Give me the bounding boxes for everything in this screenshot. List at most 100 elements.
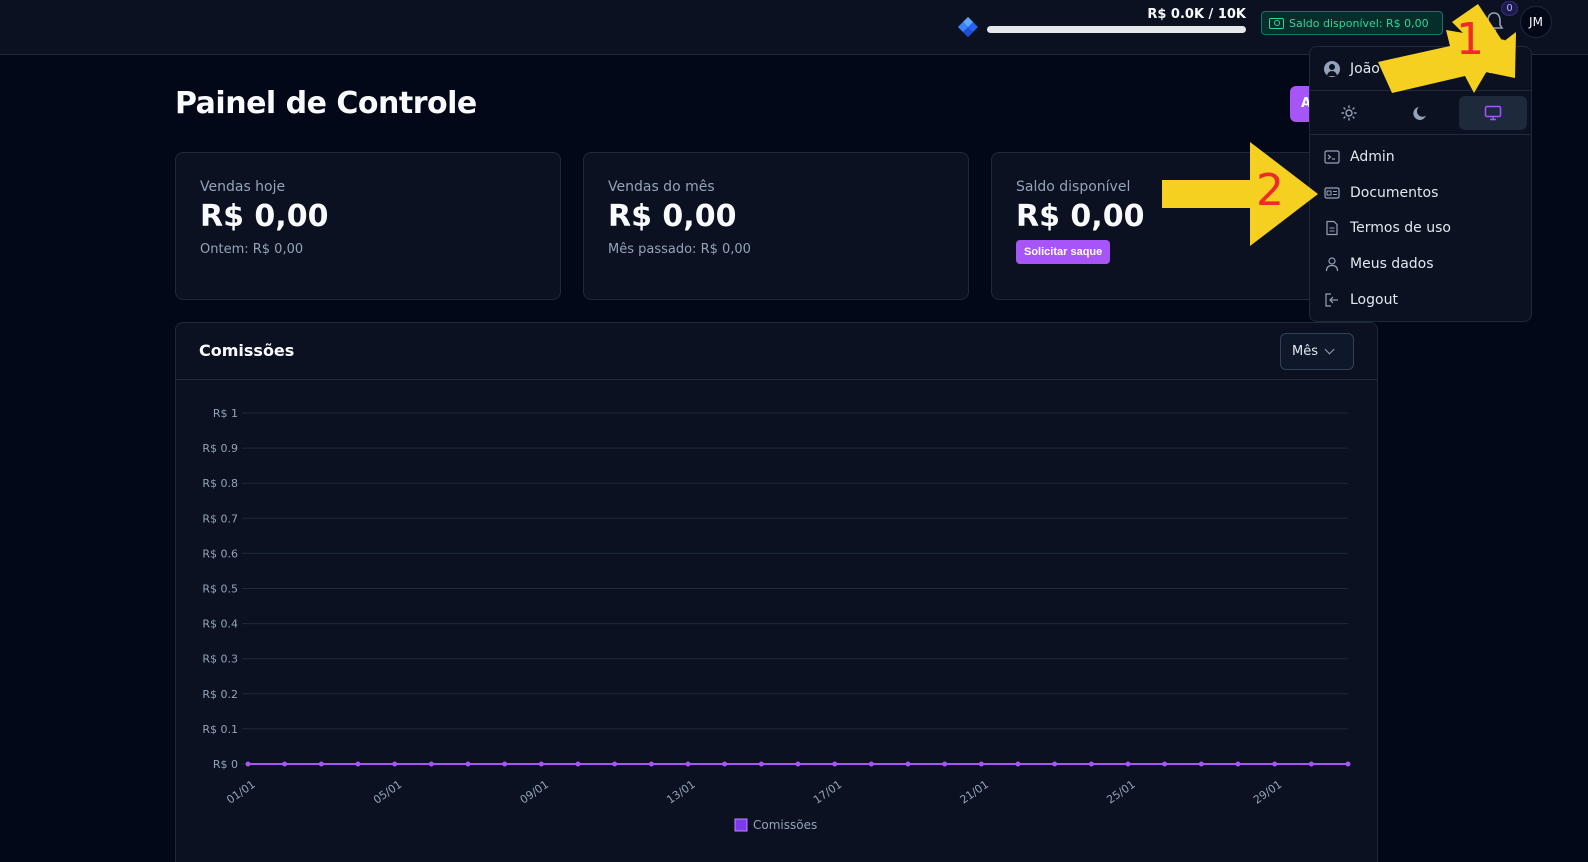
annotation-number-1: 1 <box>1456 14 1484 65</box>
data-point[interactable] <box>1052 761 1058 767</box>
data-point[interactable] <box>282 761 288 767</box>
data-point[interactable] <box>428 761 434 767</box>
card-label: Vendas hoje <box>200 179 286 195</box>
file-icon <box>1326 220 1338 236</box>
chevron-down-icon <box>1324 344 1335 355</box>
theme-light-button[interactable] <box>1315 96 1383 130</box>
data-point[interactable] <box>685 761 691 767</box>
menu-item-label: Meus dados <box>1350 256 1434 272</box>
y-tick-label: R$ 0.7 <box>202 512 238 525</box>
data-point[interactable] <box>465 761 471 767</box>
data-point[interactable] <box>1162 761 1168 767</box>
menu-item-label: Logout <box>1350 292 1398 308</box>
card-value: R$ 0,00 <box>1016 199 1145 234</box>
x-tick-label: 09/01 <box>518 778 551 807</box>
logout-icon <box>1325 293 1338 307</box>
menu-item-admin[interactable]: Admin <box>1310 140 1531 174</box>
menu-item-meus-dados[interactable]: Meus dados <box>1310 247 1531 281</box>
legend-swatch <box>734 818 748 832</box>
data-point[interactable] <box>1088 761 1094 767</box>
card-subtext: Mês passado: R$ 0,00 <box>608 242 751 257</box>
data-point[interactable] <box>795 761 801 767</box>
menu-item-documentos[interactable]: Documentos <box>1310 176 1531 210</box>
sales-goal-text: R$ 0.0K / 10K <box>1147 7 1246 22</box>
data-point[interactable] <box>1345 761 1351 767</box>
data-point[interactable] <box>758 761 764 767</box>
avatar[interactable]: JM <box>1520 6 1552 38</box>
card-value: R$ 0,00 <box>200 199 329 234</box>
user-circle-icon <box>1324 60 1340 77</box>
id-card-icon <box>1324 187 1340 199</box>
terminal-icon <box>1324 150 1340 164</box>
x-tick-label: 01/01 <box>224 778 257 807</box>
x-tick-label: 13/01 <box>664 778 697 807</box>
y-tick-label: R$ 1 <box>213 407 238 420</box>
x-tick-label: 29/01 <box>1251 778 1284 807</box>
data-point[interactable] <box>502 761 508 767</box>
page-title: Painel de Controle <box>175 86 477 121</box>
y-tick-label: R$ 0.1 <box>202 723 238 736</box>
annotation-number-2: 2 <box>1256 165 1284 216</box>
theme-dark-button[interactable] <box>1387 96 1455 130</box>
data-point[interactable] <box>245 761 251 767</box>
chart-legend[interactable]: Comissões <box>734 818 817 832</box>
menu-item-termos-de-uso[interactable]: Termos de uso <box>1310 211 1531 245</box>
data-point[interactable] <box>868 761 874 767</box>
data-point[interactable] <box>1235 761 1241 767</box>
monitor-icon <box>1484 105 1502 121</box>
solicitar-saque-button[interactable]: Solicitar saque <box>1016 240 1111 264</box>
x-tick-label: 05/01 <box>371 778 404 807</box>
commissions-chart: R$ 0 R$ 0.1 R$ 0.2 R$ 0.3 R$ 0.4 R$ 0.5 R$ 0.6… <box>202 407 1351 832</box>
bell-icon[interactable] <box>1484 11 1504 33</box>
y-tick-label: R$ 0.9 <box>202 442 238 455</box>
data-point[interactable] <box>1198 761 1204 767</box>
x-tick-label: 25/01 <box>1104 778 1137 807</box>
moon-icon <box>1413 107 1426 120</box>
data-point[interactable] <box>1015 761 1021 767</box>
menu-item-label: Admin <box>1350 149 1395 165</box>
sun-icon <box>1341 105 1357 121</box>
y-tick-label: R$ 0.2 <box>202 688 238 701</box>
x-tick-label: 21/01 <box>958 778 991 807</box>
x-tick-label: 17/01 <box>811 778 844 807</box>
data-point[interactable] <box>392 761 398 767</box>
user-dropdown-menu: João ... Mendonça ... Admin Documentos T… <box>1309 46 1532 322</box>
sales-goal-progress <box>987 26 1246 33</box>
data-point[interactable] <box>832 761 838 767</box>
data-point[interactable] <box>648 761 654 767</box>
data-point[interactable] <box>942 761 948 767</box>
data-point[interactable] <box>612 761 618 767</box>
notification-badge: 0 <box>1501 1 1518 16</box>
theme-system-button[interactable] <box>1459 96 1527 130</box>
data-point[interactable] <box>355 761 361 767</box>
card-vendas-mes: Vendas do mês R$ 0,00 Mês passado: R$ 0,… <box>583 152 969 300</box>
commissions-chart-card: Comissões Mês R$ 0 R$ 0.1 R$ 0.2 R$ 0.3 R$ 0… <box>175 322 1378 862</box>
y-tick-label: R$ 0 <box>213 758 238 771</box>
data-point[interactable] <box>978 761 984 767</box>
data-point[interactable] <box>318 761 324 767</box>
y-tick-label: R$ 0.3 <box>202 653 238 666</box>
data-point[interactable] <box>1272 761 1278 767</box>
cash-icon <box>1269 17 1284 29</box>
data-point[interactable] <box>1125 761 1131 767</box>
card-subtext: Ontem: R$ 0,00 <box>200 242 304 257</box>
y-tick-label: R$ 0.8 <box>202 477 238 490</box>
menu-item-label: Documentos <box>1350 185 1439 201</box>
card-vendas-hoje: Vendas hoje R$ 0,00 Ontem: R$ 0,00 <box>175 152 561 300</box>
card-value: R$ 0,00 <box>608 199 737 234</box>
theme-switcher <box>1310 91 1531 135</box>
menu-item-logout[interactable]: Logout <box>1310 283 1531 317</box>
y-tick-label: R$ 0.4 <box>202 618 238 631</box>
user-icon <box>1325 257 1339 272</box>
menu-user-row: João ... Mendonça ... <box>1310 47 1531 91</box>
period-select[interactable]: Mês <box>1280 333 1354 370</box>
data-point[interactable] <box>905 761 911 767</box>
saldo-chip[interactable]: Saldo disponível: R$ 0,00 <box>1261 11 1443 35</box>
data-point[interactable] <box>1308 761 1314 767</box>
chart-header: Comissões Mês <box>176 323 1377 380</box>
data-point[interactable] <box>722 761 728 767</box>
data-point[interactable] <box>575 761 581 767</box>
card-label: Vendas do mês <box>608 179 715 195</box>
card-label: Saldo disponível <box>1016 179 1131 195</box>
data-point[interactable] <box>538 761 544 767</box>
